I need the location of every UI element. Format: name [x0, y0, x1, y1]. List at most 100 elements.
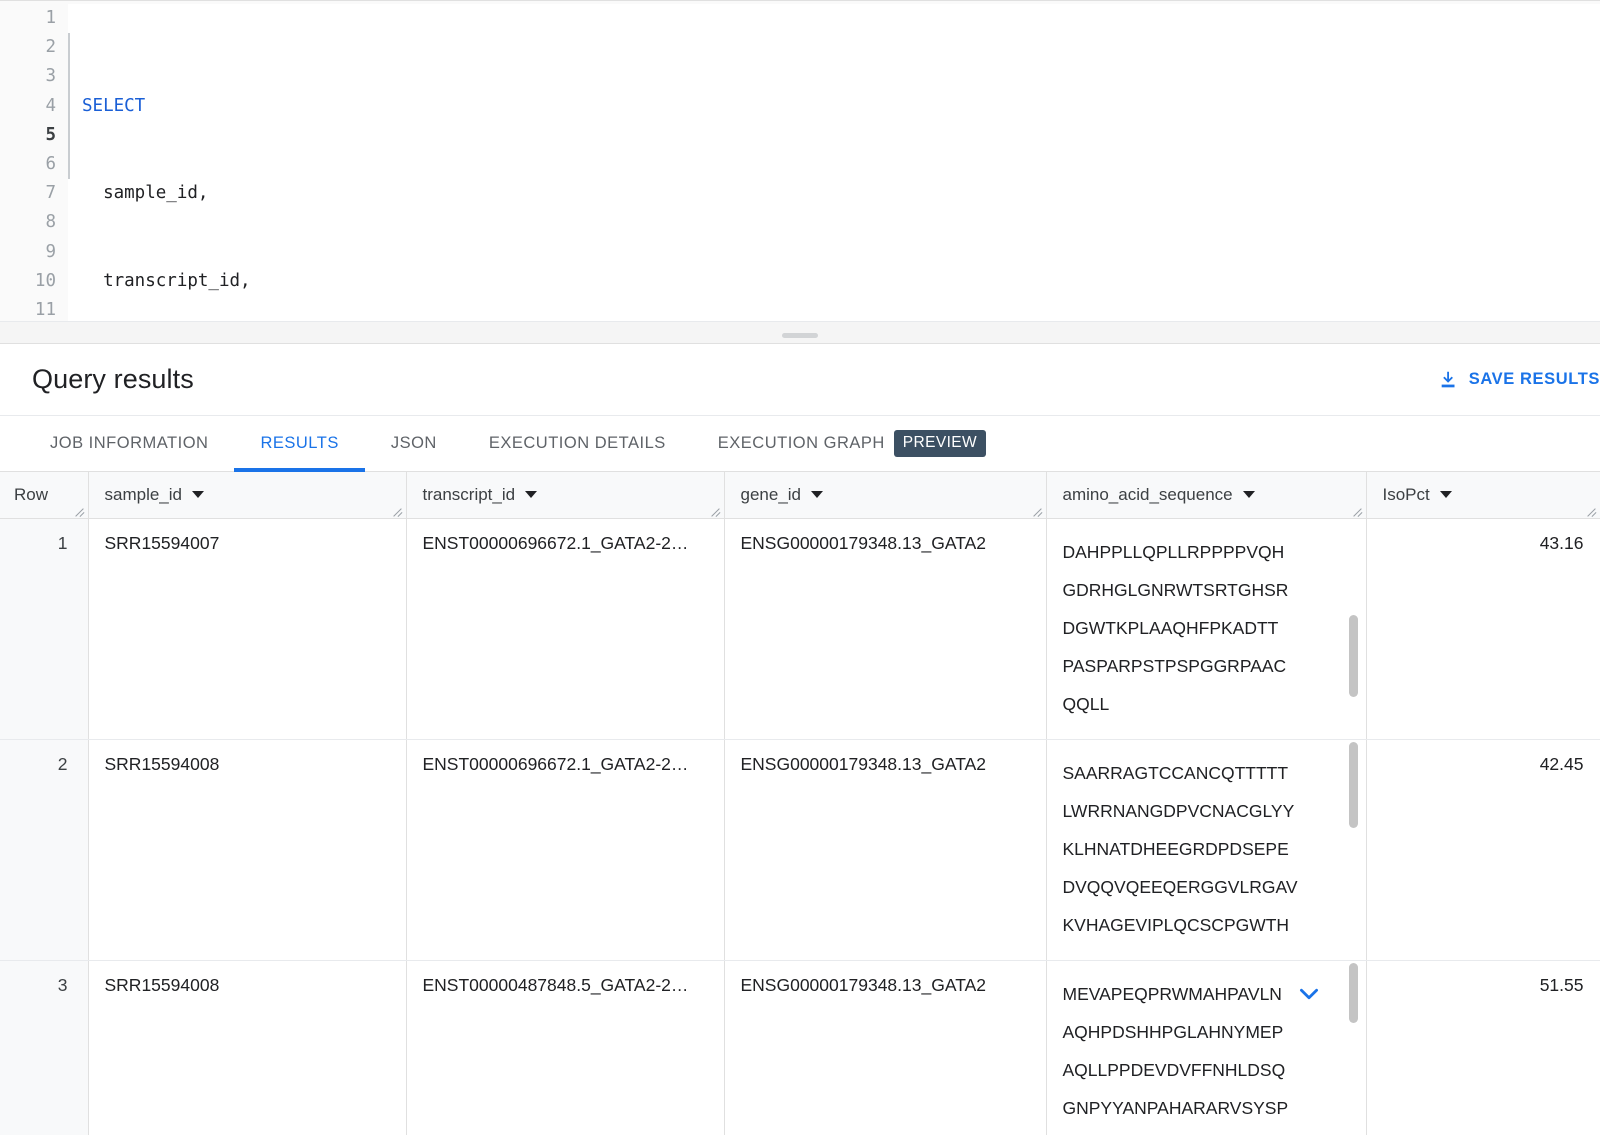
line-number: 11 [0, 296, 56, 322]
cell-amino-acid-sequence[interactable]: MEVAPEQPRWMAHPAVLN AQHPDSHHPGLAHNYMEP AQ… [1046, 960, 1366, 1135]
column-resize-handle[interactable] [709, 504, 721, 516]
sequence-line: GNPYYANPAHARARVSYSP [1063, 1089, 1322, 1127]
column-header-sample-id[interactable]: sample_id [88, 472, 406, 518]
sequence-line: DGWTKPLAAQHFPKADTT [1063, 609, 1322, 647]
cell-sample-id: SRR15594008 [88, 960, 406, 1135]
code-line: sample_id, [82, 179, 1600, 208]
chevron-down-icon[interactable] [1296, 981, 1322, 1007]
sql-editor[interactable]: 1 2 3 4 5 6 7 8 9 10 11 SELECT sample_id… [0, 0, 1600, 322]
download-icon [1438, 369, 1460, 391]
chevron-down-icon[interactable] [525, 491, 537, 498]
column-resize-handle[interactable] [391, 504, 403, 516]
column-resize-handle[interactable] [1031, 504, 1043, 516]
splitter-drag-handle[interactable] [782, 333, 818, 338]
editor-line-numbers: 1 2 3 4 5 6 7 8 9 10 11 [0, 4, 68, 322]
cell-scrollbar-thumb[interactable] [1349, 963, 1358, 1023]
line-number-current: 5 [0, 121, 56, 150]
chevron-down-icon[interactable] [192, 491, 204, 498]
sequence-line: GDRHGLGNRWTSRTGHSR [1063, 571, 1322, 609]
cell-text: SRR15594008 [105, 975, 390, 996]
sequence-line: LWRRNANGDPVCNACGLYY [1063, 792, 1322, 830]
row-number: 1 [0, 518, 88, 739]
cell-transcript-id: ENST00000696672.1_GATA2-2… [406, 518, 724, 739]
tab-label: EXECUTION GRAPH [718, 434, 885, 453]
cell-text: ENSG00000179348.13_GATA2 [741, 754, 1030, 775]
results-table-container[interactable]: Row sample_id transcript_id [0, 472, 1600, 1135]
tab-execution-details[interactable]: EXECUTION DETAILS [463, 416, 692, 472]
cell-text: ENSG00000179348.13_GATA2 [741, 975, 1030, 996]
cell-amino-acid-sequence[interactable]: DAHPPLLQPLLRPPPPVQH GDRHGLGNRWTSRTGHSR D… [1046, 518, 1366, 739]
chevron-down-icon[interactable] [1243, 491, 1255, 498]
cell-scrollbar-thumb[interactable] [1349, 615, 1358, 697]
panel-splitter[interactable] [0, 322, 1600, 344]
table-body: 1 SRR15594007 ENST00000696672.1_GATA2-2…… [0, 518, 1600, 1135]
cell-gene-id: ENSG00000179348.13_GATA2 [724, 518, 1046, 739]
sequence-line: SAARRAGTCCANCQTTTTT [1063, 754, 1322, 792]
sequence-line: AQHPDSHHPGLAHNYMEP [1063, 1013, 1322, 1051]
tab-results[interactable]: RESULTS [234, 416, 364, 472]
column-resize-handle[interactable] [1351, 504, 1363, 516]
cell-text: 51.55 [1540, 975, 1584, 995]
sequence-line: AHARLTGGQMCRPHLLHSP [1063, 1127, 1322, 1135]
table-row[interactable]: 1 SRR15594007 ENST00000696672.1_GATA2-2…… [0, 518, 1600, 739]
chevron-down-icon[interactable] [811, 491, 823, 498]
results-tabs[interactable]: JOB INFORMATION RESULTS JSON EXECUTION D… [0, 416, 1600, 472]
column-resize-handle[interactable] [73, 504, 85, 516]
page-title: Query results [32, 364, 194, 395]
column-resize-handle[interactable] [1585, 504, 1597, 516]
column-header-row[interactable]: Row [0, 472, 88, 518]
preview-badge: PREVIEW [894, 430, 986, 457]
column-header-gene-id[interactable]: gene_id [724, 472, 1046, 518]
tab-execution-graph[interactable]: EXECUTION GRAPH PREVIEW [692, 416, 1012, 472]
line-number: 7 [0, 179, 56, 208]
sql-text: sample_id, [82, 183, 208, 203]
save-results-button[interactable]: SAVE RESULTS [1438, 369, 1600, 391]
column-label: gene_id [741, 485, 802, 505]
cell-sample-id: SRR15594008 [88, 739, 406, 960]
sequence-text: MEVAPEQPRWMAHPAVLN [1063, 975, 1282, 1013]
tab-label: RESULTS [260, 434, 338, 453]
cell-text: ENST00000696672.1_GATA2-2… [423, 533, 708, 554]
cell-text: ENSG00000179348.13_GATA2 [741, 533, 1030, 554]
tab-label: EXECUTION DETAILS [489, 434, 666, 453]
sequence-line: KLHNATDHEEGRDPDSEPE [1063, 830, 1322, 868]
cell-gene-id: ENSG00000179348.13_GATA2 [724, 960, 1046, 1135]
tab-job-information[interactable]: JOB INFORMATION [24, 416, 234, 472]
cell-scrollbar-thumb[interactable] [1349, 742, 1358, 828]
column-header-isopct[interactable]: IsoPct [1366, 472, 1600, 518]
code-line: transcript_id, [82, 267, 1600, 296]
column-label: amino_acid_sequence [1063, 485, 1233, 505]
tab-json[interactable]: JSON [365, 416, 463, 472]
sequence-line: PASPARPSTPSPGGRPAAC [1063, 647, 1322, 685]
sequence-line-with-expand: MEVAPEQPRWMAHPAVLN [1063, 975, 1322, 1013]
column-label: IsoPct [1383, 485, 1430, 505]
table-row[interactable]: 3 SRR15594008 ENST00000487848.5_GATA2-2…… [0, 960, 1600, 1135]
cell-amino-acid-sequence[interactable]: SAARRAGTCCANCQTTTTT LWRRNANGDPVCNACGLYY … [1046, 739, 1366, 960]
line-number: 4 [0, 92, 56, 121]
line-number: 3 [0, 62, 56, 91]
table-header: Row sample_id transcript_id [0, 472, 1600, 518]
table-row[interactable]: 2 SRR15594008 ENST00000696672.1_GATA2-2…… [0, 739, 1600, 960]
sequence-line: DAHPPLLQPLLRPPPPVQH [1063, 533, 1322, 571]
cell-text: 42.45 [1540, 754, 1584, 774]
sequence-line: KVHAGEVIPLQCSCPGWTH [1063, 906, 1322, 944]
save-results-label: SAVE RESULTS [1469, 370, 1600, 389]
cell-text: 43.16 [1540, 533, 1584, 553]
cell-isopct: 51.55 [1366, 960, 1600, 1135]
column-header-amino-acid-sequence[interactable]: amino_acid_sequence [1046, 472, 1366, 518]
chevron-down-icon[interactable] [1440, 491, 1452, 498]
line-number: 2 [0, 33, 56, 62]
cell-text: ENST00000487848.5_GATA2-2… [423, 975, 708, 996]
cell-isopct: 43.16 [1366, 518, 1600, 739]
line-number: 8 [0, 208, 56, 237]
sequence-line: DVQQVQEEQERGGVLRGAV [1063, 868, 1322, 906]
column-label: transcript_id [423, 485, 516, 505]
tab-label: JOB INFORMATION [50, 434, 208, 453]
cell-transcript-id: ENST00000696672.1_GATA2-2… [406, 739, 724, 960]
cell-text: ENST00000696672.1_GATA2-2… [423, 754, 708, 775]
line-number: 1 [0, 4, 56, 33]
column-header-transcript-id[interactable]: transcript_id [406, 472, 724, 518]
cell-transcript-id: ENST00000487848.5_GATA2-2… [406, 960, 724, 1135]
sql-code-area[interactable]: SELECT sample_id, transcript_id, gene_id… [68, 4, 1600, 322]
cell-gene-id: ENSG00000179348.13_GATA2 [724, 739, 1046, 960]
